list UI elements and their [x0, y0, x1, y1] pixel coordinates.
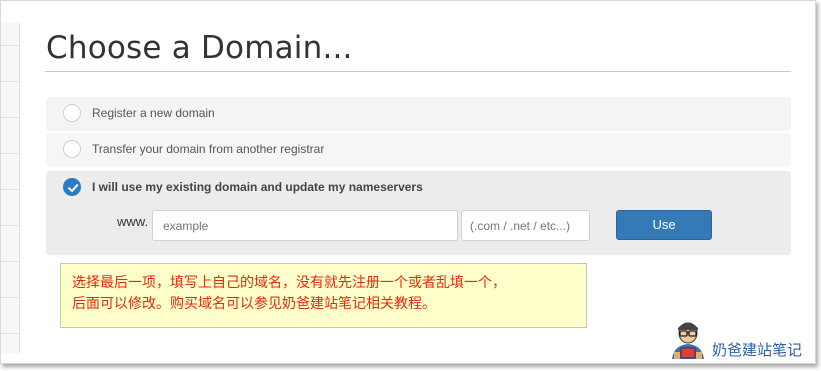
option-transfer[interactable]: Transfer your domain from another regist… [46, 133, 791, 167]
radio-transfer[interactable] [63, 140, 81, 158]
option-register-label: Register a new domain [92, 106, 215, 120]
avatar-logo-icon [672, 322, 704, 359]
checkmark-icon [68, 184, 79, 192]
domain-tld-input[interactable] [461, 210, 590, 241]
domain-sld-input[interactable] [152, 210, 458, 241]
title-divider [45, 71, 791, 72]
page-title: Choose a Domain... [46, 30, 353, 66]
option-transfer-label: Transfer your domain from another regist… [92, 142, 325, 156]
watermark: 奶爸建站笔记 [668, 319, 815, 363]
use-button[interactable]: Use [616, 210, 712, 240]
option-existing-label: I will use my existing domain and update… [92, 180, 423, 194]
option-existing[interactable]: I will use my existing domain and update… [46, 171, 791, 255]
annotation-note: 选择最后一项，填写上自己的域名，没有就先注册一个或者乱填一个， 后面可以修改。购… [60, 263, 587, 328]
annotation-line-1: 选择最后一项，填写上自己的域名，没有就先注册一个或者乱填一个， [72, 275, 506, 291]
radio-register[interactable] [63, 104, 81, 122]
radio-existing-checked[interactable] [63, 178, 81, 196]
www-prefix: www. [117, 214, 149, 229]
background-sidebar [1, 23, 20, 353]
annotation-line-2: 后面可以修改。购买域名可以参见奶爸建站笔记相关教程。 [72, 296, 436, 312]
modal-frame: Choose a Domain... Register a new domain… [0, 0, 816, 364]
watermark-text: 奶爸建站笔记 [712, 341, 803, 359]
option-register[interactable]: Register a new domain [46, 97, 791, 131]
